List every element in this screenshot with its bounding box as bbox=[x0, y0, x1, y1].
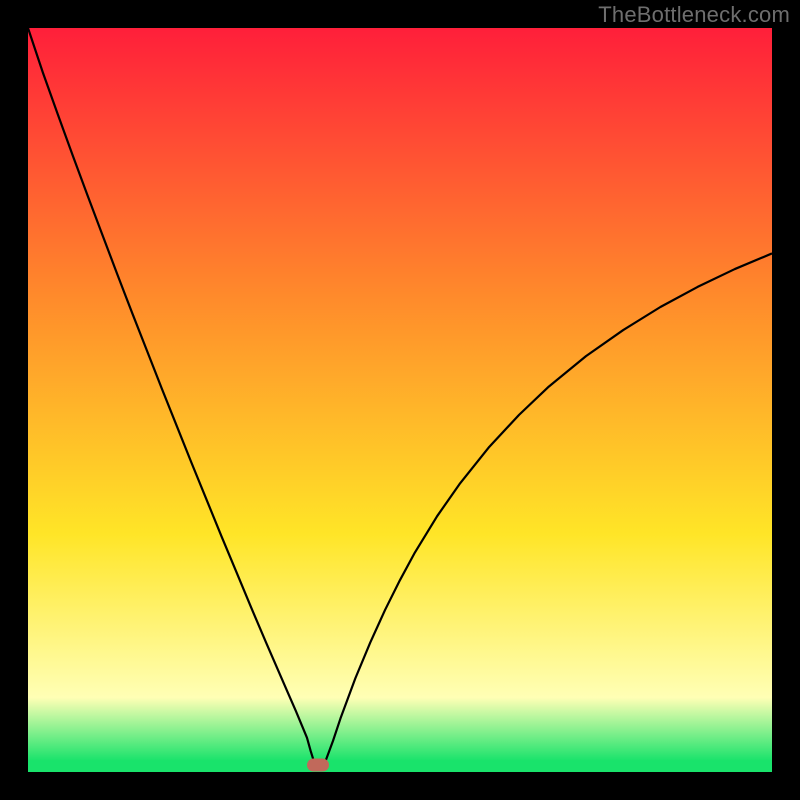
watermark-text: TheBottleneck.com bbox=[598, 2, 790, 28]
plot-svg bbox=[28, 28, 772, 772]
gradient-background bbox=[28, 28, 772, 772]
plot-area bbox=[28, 28, 772, 772]
notch-marker bbox=[307, 758, 329, 771]
chart-frame: TheBottleneck.com bbox=[0, 0, 800, 800]
